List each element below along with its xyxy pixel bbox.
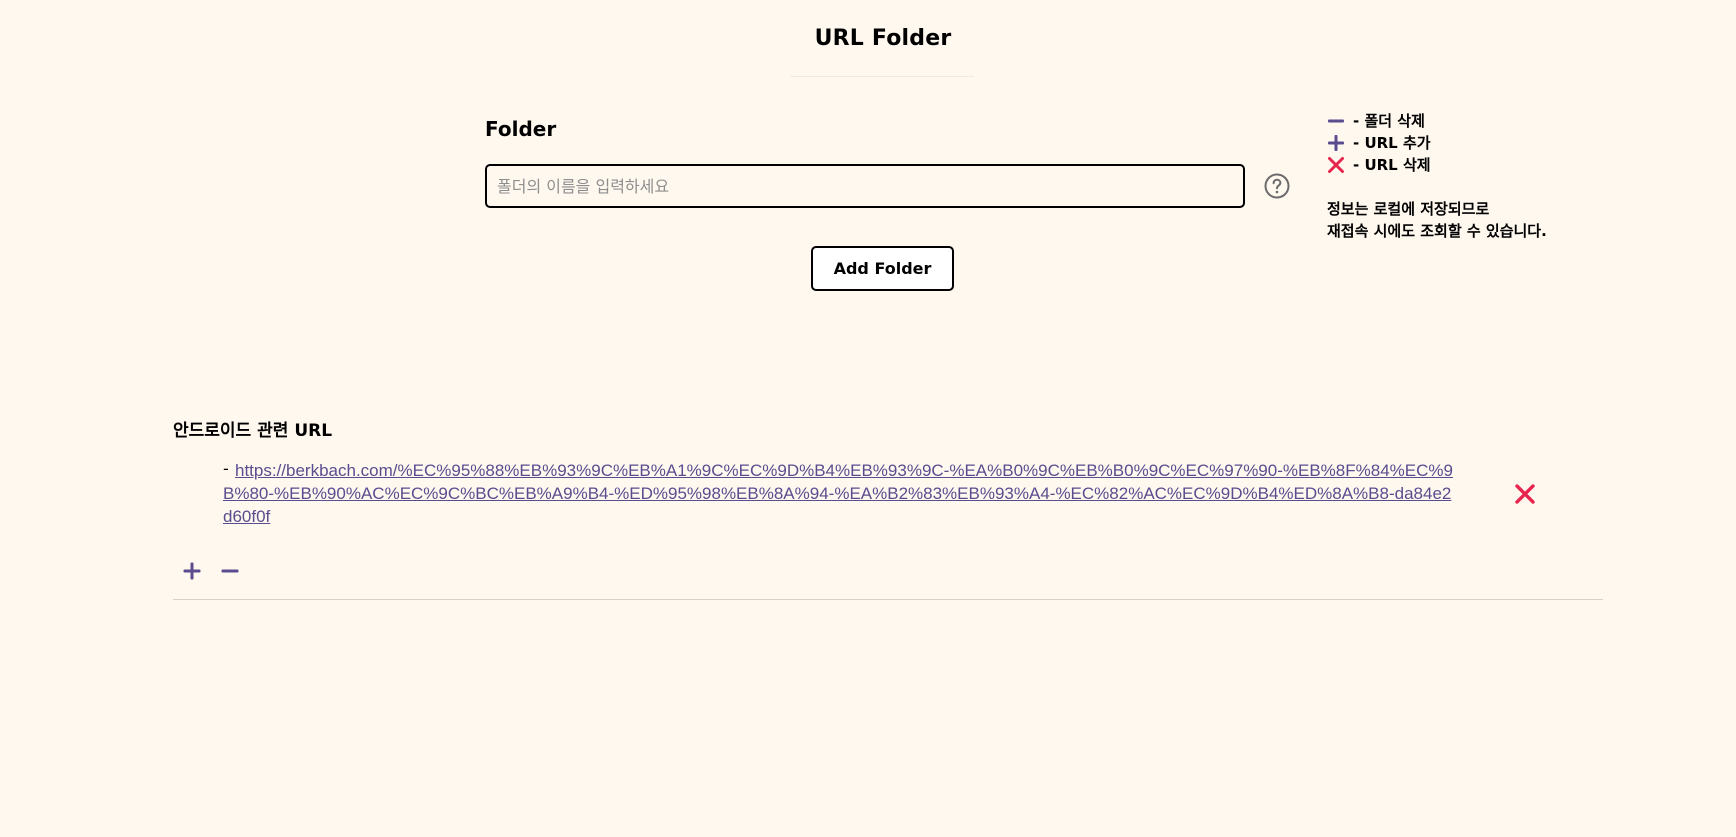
legend-item-label: - URL 삭제: [1353, 156, 1431, 174]
plus-icon[interactable]: [183, 562, 201, 580]
page-title: URL Folder: [814, 26, 952, 51]
add-folder-button[interactable]: Add Folder: [811, 246, 954, 291]
url-link[interactable]: https://berkbach.com/%EC%95%88%EB%93%9C%…: [223, 459, 1458, 528]
minus-icon: [1328, 119, 1344, 123]
legend-item-add-url: - URL 추가: [1327, 132, 1547, 154]
folder-actions: [183, 562, 239, 580]
folder-name-input[interactable]: [485, 164, 1245, 208]
legend: - 폴더 삭제 - URL 추가 - URL 삭제 정보는 로컬에 저장되므로 …: [1327, 110, 1547, 242]
folder-divider: [173, 599, 1603, 600]
folder-label: Folder: [485, 117, 557, 141]
folder-title: 안드로이드 관련 URL: [173, 421, 333, 441]
legend-item-label: - 폴더 삭제: [1353, 112, 1425, 130]
close-icon: [1328, 157, 1344, 173]
legend-note-line: 재접속 시에도 조회할 수 있습니다.: [1327, 222, 1547, 240]
close-icon[interactable]: [1513, 482, 1537, 506]
legend-item-delete-folder: - 폴더 삭제: [1327, 110, 1547, 132]
title-divider: [790, 76, 974, 77]
plus-icon: [1328, 135, 1344, 151]
legend-note-line: 정보는 로컬에 저장되므로: [1327, 200, 1490, 218]
legend-note: 정보는 로컬에 저장되므로 재접속 시에도 조회할 수 있습니다.: [1327, 198, 1547, 242]
question-circle-icon[interactable]: [1264, 173, 1290, 199]
legend-item-delete-url: - URL 삭제: [1327, 154, 1547, 176]
legend-item-label: - URL 추가: [1353, 134, 1431, 152]
minus-icon[interactable]: [221, 562, 239, 580]
